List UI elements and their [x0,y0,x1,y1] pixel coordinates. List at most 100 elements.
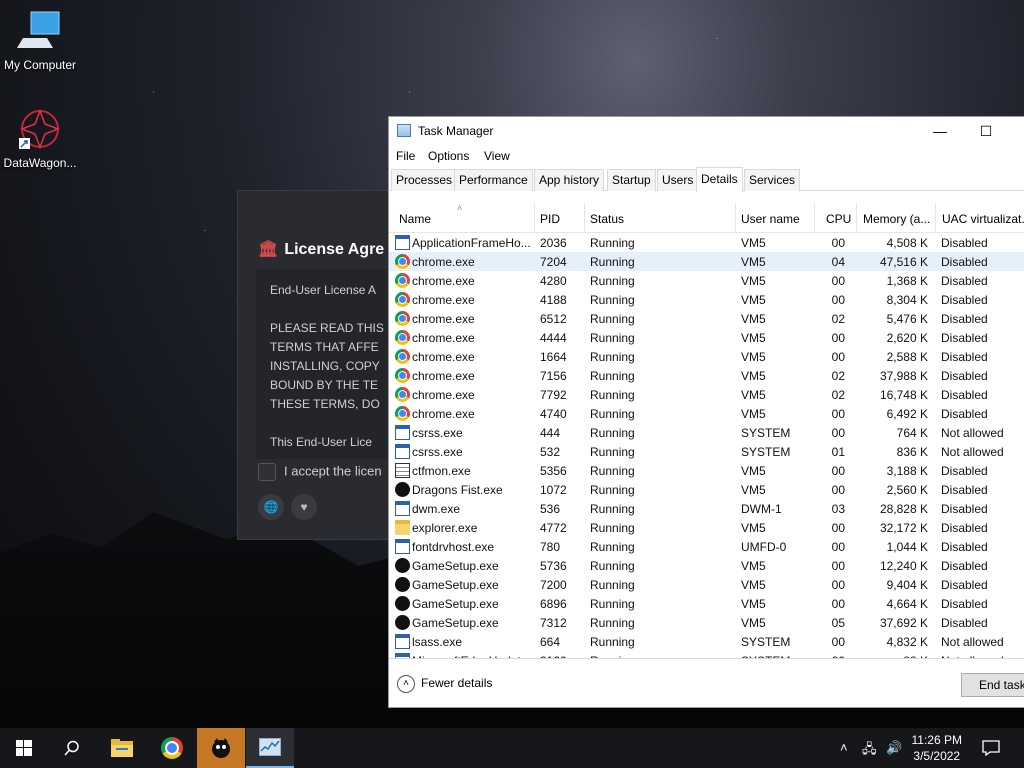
tab-app-history[interactable]: App history [534,169,605,191]
globe-icon[interactable]: 🌐 [258,494,284,520]
process-name: GameSetup.exe [412,559,499,573]
process-status: Running [590,597,635,611]
column-header-user-name[interactable]: User name [736,203,815,233]
volume-icon[interactable]: 🔊 [886,740,902,756]
table-row[interactable]: Dragons Fist.exe 1072 Running VM5 00 2,560 K D… [389,480,1024,499]
game-process-icon [395,558,410,573]
table-row[interactable]: chrome.exe 4280 Running VM5 00 1,368 K Disable… [389,271,1024,290]
table-row[interactable]: GameSetup.exe 6896 Running VM5 00 4,664 K Disa… [389,594,1024,613]
tab-users[interactable]: Users [657,169,699,191]
tab-details[interactable]: Details [696,167,743,192]
menu-options[interactable]: Options [428,149,469,163]
table-row[interactable]: GameSetup.exe 7312 Running VM5 05 37,692 K Dis… [389,613,1024,632]
process-uac: Not allowed [941,426,1004,440]
chrome-process-icon [395,368,410,383]
menu-view[interactable]: View [484,149,510,163]
taskbar-game-setup[interactable] [197,728,245,768]
process-user: VM5 [741,464,766,478]
table-row[interactable]: dwm.exe 536 Running DWM-1 03 28,828 K Disabled [389,499,1024,518]
table-row[interactable]: csrss.exe 444 Running SYSTEM 00 764 K Not allo… [389,423,1024,442]
tab-processes[interactable]: Processes [391,169,458,191]
process-uac: Disabled [941,578,988,592]
start-button[interactable] [0,728,48,768]
accept-license-checkbox-row[interactable]: I accept the licen [258,463,382,481]
tab-services[interactable]: Services [744,169,801,191]
table-row[interactable]: chrome.exe 4188 Running VM5 00 8,304 K Disable… [389,290,1024,309]
column-header-uac[interactable]: UAC virtualizat... [936,203,1024,233]
desktop-icon-my-computer[interactable]: My Computer [0,8,80,72]
process-memory: 47,516 K [879,255,928,269]
process-pid: 3160 [540,654,582,658]
table-row[interactable]: chrome.exe 4740 Running VM5 00 6,492 K Disable… [389,404,1024,423]
minimize-button[interactable]: — [917,117,963,145]
end-task-button[interactable]: End task [961,673,1024,697]
game-process-icon [395,596,410,611]
process-name: MicrosoftEdgeUpdat... [412,654,532,658]
chrome-process-icon [395,273,410,288]
notifications-icon[interactable] [982,740,1000,759]
taskbar-task-manager[interactable] [246,728,294,768]
table-row[interactable]: ApplicationFrameHo... 2036 Running VM5 00 4,5… [389,233,1024,252]
game-process-icon [395,577,410,592]
fewer-details-button[interactable]: ˄ Fewer details [397,675,492,693]
heart-icon[interactable]: ♥ [291,494,317,520]
show-hidden-icons-chevron-icon[interactable]: ˄ [840,740,848,755]
process-memory: 2,560 K [886,483,928,497]
process-uac: Disabled [941,331,988,345]
taskbar-file-explorer[interactable] [98,728,146,768]
maximize-button[interactable]: ☐ [963,117,1009,145]
table-row[interactable]: fontdrvhost.exe 780 Running UMFD-0 00 1,044 K… [389,537,1024,556]
column-header-memory[interactable]: Memory (a... [857,203,936,233]
table-row[interactable]: ctfmon.exe 5356 Running VM5 00 3,188 K Disable… [389,461,1024,480]
tab-performance[interactable]: Performance [454,169,533,191]
process-name: dwm.exe [412,502,461,516]
tab-strip: Processes Performance App history Startu… [389,167,1024,192]
search-button[interactable] [48,728,96,768]
table-row[interactable]: chrome.exe 7156 Running VM5 02 37,988 K Disabl… [389,366,1024,385]
window-process-icon [395,653,410,658]
column-header-cpu[interactable]: CPU [815,203,857,233]
taskbar-chrome[interactable] [148,728,196,768]
table-row[interactable]: chrome.exe 4444 Running VM5 00 2,620 K Disable… [389,328,1024,347]
column-header-name[interactable]: Name ˄ [389,203,535,233]
system-clock[interactable]: 11:26 PM 3/5/2022 [912,732,962,764]
process-pid: 444 [540,426,561,440]
process-name: fontdrvhost.exe [412,540,495,554]
tab-startup[interactable]: Startup [607,169,656,191]
title-bar[interactable]: Task Manager — ☐ [389,117,1024,145]
table-row[interactable]: chrome.exe 7204 Running VM5 04 47,516 K Disabl… [389,252,1024,271]
table-row[interactable]: chrome.exe 6512 Running VM5 02 5,476 K Disable… [389,309,1024,328]
process-memory: 16,748 K [879,388,928,402]
desktop-icon-datawagon[interactable]: DataWagon... [0,106,80,170]
process-uac: Not allowed [941,654,1024,658]
process-memory: 4,832 K [886,635,928,649]
window-process-icon [395,634,410,649]
process-status: Running [590,654,730,658]
table-row[interactable]: GameSetup.exe 5736 Running VM5 00 12,240 K Dis… [389,556,1024,575]
table-row[interactable]: chrome.exe 1664 Running VM5 00 2,588 K Disable… [389,347,1024,366]
chrome-process-icon [395,292,410,307]
column-header-pid[interactable]: PID [535,203,585,233]
clock-date: 3/5/2022 [913,749,961,763]
accept-license-checkbox[interactable] [258,463,276,481]
table-row[interactable]: explorer.exe 4772 Running VM5 00 32,172 K Disa… [389,518,1024,537]
menu-file[interactable]: File [396,149,415,163]
network-icon[interactable]: 🖧 [862,740,877,762]
process-pid: 7156 [540,369,567,383]
table-row[interactable]: lsass.exe 664 Running SYSTEM 00 4,832 K Not al… [389,632,1024,651]
table-row[interactable]: chrome.exe 7792 Running VM5 02 16,748 K Disabl… [389,385,1024,404]
process-memory: 28,828 K [879,502,928,516]
process-rows: ApplicationFrameHo... 2036 Running VM5 00 4,5… [389,233,1024,658]
process-uac: Disabled [941,236,988,250]
table-row[interactable]: GameSetup.exe 7200 Running VM5 00 9,404 K Disa… [389,575,1024,594]
process-pid: 7792 [540,388,567,402]
table-row[interactable]: csrss.exe 532 Running SYSTEM 01 836 K Not allo… [389,442,1024,461]
process-memory: 764 K [896,426,928,440]
process-uac: Disabled [941,521,988,535]
column-header-status[interactable]: Status [585,203,736,233]
process-user: VM5 [741,407,766,421]
table-row[interactable]: MicrosoftEdgeUpdat... 3160 Running SYSTEM 00… [389,651,1024,658]
process-memory: 37,988 K [879,369,928,383]
process-uac: Disabled [941,293,988,307]
process-uac: Disabled [941,407,988,421]
